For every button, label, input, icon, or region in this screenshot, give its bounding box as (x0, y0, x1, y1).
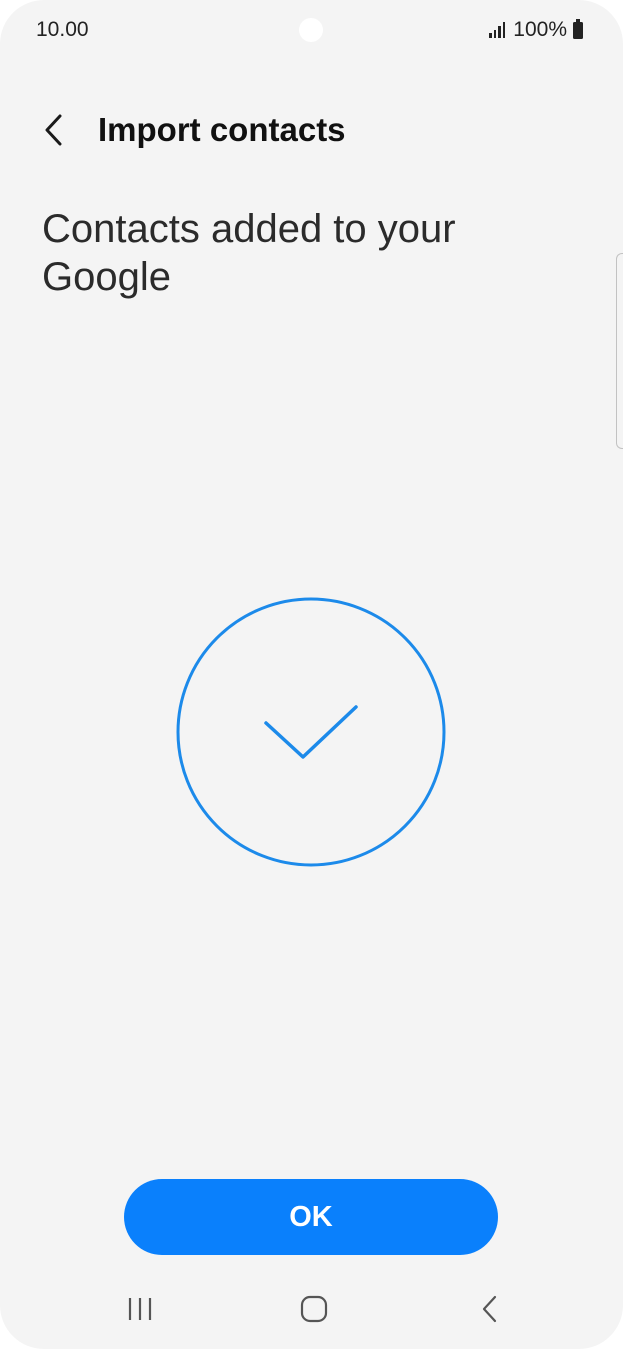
home-icon (300, 1295, 328, 1323)
ok-button[interactable]: OK (124, 1179, 498, 1255)
recent-apps-button[interactable] (110, 1285, 170, 1333)
front-camera (299, 18, 323, 42)
page-title: Import contacts (98, 111, 346, 148)
back-button[interactable] (30, 106, 78, 154)
battery-percentage: 100% (513, 18, 567, 41)
checkmark-circle-icon (176, 597, 446, 867)
phone-screen: 10.00 100% Import contacts Contacts adde… (0, 0, 623, 1349)
signal-icon (489, 22, 506, 38)
system-back-button[interactable] (460, 1285, 520, 1333)
navigation-bar (0, 1285, 623, 1333)
status-icons: 100% (489, 18, 583, 42)
chevron-left-icon (45, 114, 62, 146)
recent-apps-icon (128, 1298, 152, 1320)
scroll-indicator (616, 253, 623, 449)
battery-icon (573, 19, 583, 39)
home-button[interactable] (284, 1285, 344, 1333)
success-message: Contacts added to your Google (42, 207, 456, 299)
back-icon (482, 1295, 497, 1323)
status-time: 10.00 (36, 18, 89, 41)
